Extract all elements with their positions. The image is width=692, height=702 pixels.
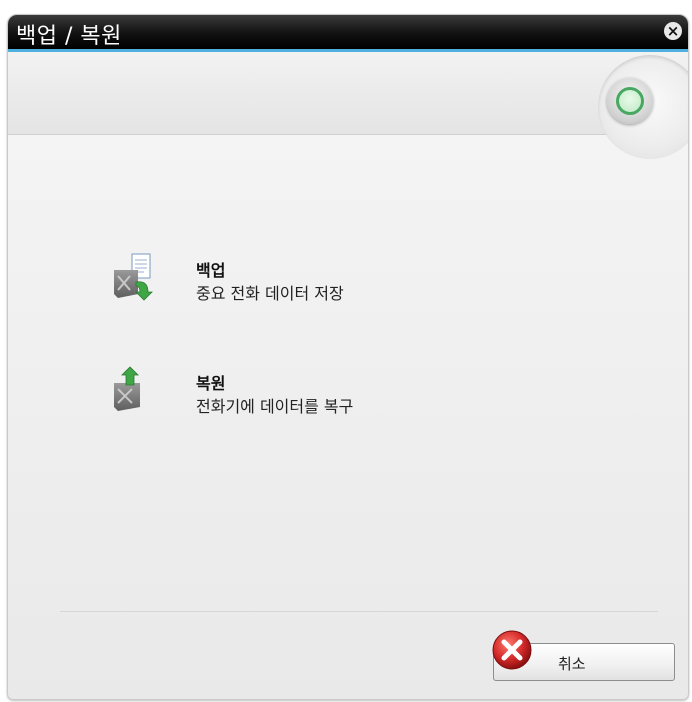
cancel-button[interactable]: 취소 [492,630,675,681]
footer-divider [60,611,658,612]
status-ring [616,87,644,115]
close-icon[interactable]: × [664,22,682,40]
restore-description: 전화기에 데이터를 복구 [196,397,354,416]
backup-restore-dialog: 백업 / 복원 × 백업 중요 전화 데이터 저장 복원 전화기에 데이터를 복… [7,14,689,700]
window-title: 백업 / 복원 [16,24,122,49]
cancel-label: 취소 [558,655,586,673]
status-indicator-icon [607,78,653,124]
backup-icon [114,253,153,301]
header-band [8,52,688,135]
restore-title: 복원 [196,374,226,393]
title-bar[interactable]: 백업 / 복원 × [8,15,688,52]
restore-option[interactable]: 복원 전화기에 데이터를 복구 [108,365,428,429]
backup-description: 중요 전화 데이터 저장 [196,284,344,303]
backup-title: 백업 [196,261,226,280]
cancel-icon [492,630,532,670]
restore-icon [114,366,140,411]
backup-option[interactable]: 백업 중요 전화 데이터 저장 [108,252,428,316]
